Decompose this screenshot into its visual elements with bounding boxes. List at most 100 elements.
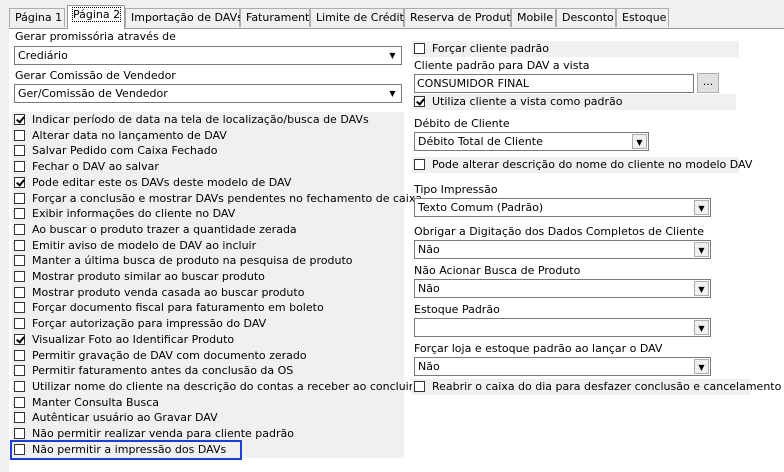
checkbox-box[interactable] <box>14 240 25 251</box>
option-label: Fechar o DAV ao salvar <box>32 160 159 173</box>
forcar-cliente-label: Forçar cliente padrão <box>432 42 549 55</box>
option-checkbox[interactable]: Alterar data no lançamento de DAV <box>12 128 404 144</box>
checkbox-box[interactable] <box>14 318 25 329</box>
reabrir-caixa-checkbox[interactable]: Reabrir o caixa do dia para desfazer con… <box>412 379 781 395</box>
chevron-down-icon[interactable]: ▼ <box>694 200 709 215</box>
option-checkbox[interactable]: Salvar Pedido com Caixa Fechado <box>12 143 404 159</box>
checkbox-box[interactable] <box>14 193 25 204</box>
checkbox-box[interactable] <box>414 43 425 54</box>
checkbox-box[interactable] <box>14 271 25 282</box>
option-label: Mostrar produto venda casada ao buscar p… <box>32 286 305 299</box>
option-label: Forçar a conclusão e mostrar DAVs penden… <box>32 192 423 205</box>
checkbox-box[interactable] <box>14 365 25 376</box>
chevron-down-icon[interactable]: ▼ <box>694 320 709 335</box>
option-label: Utilizar nome do cliente na descrição do… <box>32 380 449 393</box>
cliente-avista-input[interactable]: CONSUMIDOR FINAL <box>414 74 694 93</box>
chevron-down-icon[interactable]: ▼ <box>385 86 400 101</box>
checkbox-box[interactable] <box>14 177 25 188</box>
option-label: Emitir aviso de modelo de DAV ao incluir <box>32 239 257 252</box>
checkbox-box[interactable] <box>414 96 425 107</box>
checkbox-box[interactable] <box>14 350 25 361</box>
tipo-impressao-select[interactable]: Texto Comum (Padrão) ▼ <box>414 198 711 217</box>
tab-mobile[interactable]: Mobile <box>511 8 556 27</box>
option-label: Indicar período de data na tela de local… <box>32 113 369 126</box>
chevron-down-icon[interactable]: ▼ <box>694 242 709 257</box>
chevron-down-icon[interactable]: ▼ <box>385 48 400 63</box>
option-checkbox[interactable]: Forçar documento fiscal para faturamento… <box>12 300 404 316</box>
checkbox-box[interactable] <box>14 412 25 423</box>
checkbox-box[interactable] <box>14 255 25 266</box>
tab-importacao-davs[interactable]: Importação de DAVs <box>125 8 243 27</box>
option-label: Autênticar usuário ao Gravar DAV <box>32 411 218 424</box>
option-label: Manter a última busca de produto na pesq… <box>32 254 353 267</box>
checkbox-box[interactable] <box>414 159 425 170</box>
checkbox-box[interactable] <box>14 161 25 172</box>
checkbox-box[interactable] <box>14 145 25 156</box>
checkbox-box[interactable] <box>14 302 25 313</box>
tab-pagina-1[interactable]: Página 1 <box>9 8 65 27</box>
checkbox-box[interactable] <box>14 224 25 235</box>
option-checkbox[interactable]: Autênticar usuário ao Gravar DAV <box>12 410 404 426</box>
comissao-select[interactable]: Ger/Comissão de Vendedor ▼ <box>14 84 402 103</box>
option-checkbox[interactable]: Mostrar produto similar ao buscar produt… <box>12 269 404 285</box>
obrigar-select[interactable]: Não ▼ <box>414 240 711 259</box>
checkbox-box[interactable] <box>14 428 25 439</box>
selection-highlight <box>10 440 242 460</box>
option-checkbox[interactable]: Visualizar Foto ao Identificar Produto <box>12 332 404 348</box>
tab-reserva-produto[interactable]: Reserva de Produto <box>404 8 517 27</box>
promissoria-select[interactable]: Crediário ▼ <box>14 46 402 65</box>
chevron-down-icon[interactable]: ▼ <box>632 134 647 149</box>
checkbox-box[interactable] <box>414 381 425 392</box>
chevron-down-icon[interactable]: ▼ <box>694 281 709 296</box>
tipo-impressao-label: Tipo Impressão <box>414 183 498 196</box>
forcar-loja-label: Forçar loja e estoque padrão ao lançar o… <box>414 342 663 355</box>
chevron-down-icon[interactable]: ▼ <box>694 359 709 374</box>
checkbox-box[interactable] <box>14 130 25 141</box>
debito-select[interactable]: Débito Total de Cliente ▼ <box>414 132 649 151</box>
tab-estoque[interactable]: Estoque <box>616 8 669 27</box>
nao-acionar-select[interactable]: Não ▼ <box>414 279 711 298</box>
alterar-descricao-checkbox[interactable]: Pode alterar descrição do nome do client… <box>412 157 752 173</box>
option-checkbox[interactable]: Manter a última busca de produto na pesq… <box>12 253 404 269</box>
reabrir-caixa-label: Reabrir o caixa do dia para desfazer con… <box>432 380 782 393</box>
option-label: Mostrar produto similar ao buscar produt… <box>32 270 265 283</box>
checkbox-box[interactable] <box>14 287 25 298</box>
estoque-select[interactable]: ▼ <box>414 318 711 337</box>
tab-limite-credito[interactable]: Limite de Crédito <box>310 8 411 27</box>
option-checkbox[interactable]: Forçar a conclusão e mostrar DAVs penden… <box>12 191 422 207</box>
option-label: Salvar Pedido com Caixa Fechado <box>32 144 218 157</box>
option-checkbox[interactable]: Manter Consulta Busca <box>12 395 404 411</box>
tab-faturamento[interactable]: Faturamento <box>240 8 316 27</box>
browse-cliente-button[interactable]: ... <box>697 73 719 93</box>
checkbox-box[interactable] <box>14 334 25 345</box>
option-checkbox[interactable]: Indicar período de data na tela de local… <box>12 112 404 128</box>
forcar-loja-select[interactable]: Não ▼ <box>414 357 711 376</box>
option-checkbox[interactable]: Forçar autorização para impressão do DAV <box>12 316 404 332</box>
utiliza-avista-checkbox[interactable]: Utiliza cliente a vista como padrão <box>412 94 736 110</box>
option-checkbox[interactable]: Ao buscar o produto trazer a quantidade … <box>12 222 404 238</box>
checkbox-box[interactable] <box>14 381 25 392</box>
option-checkbox[interactable]: Permitir gravação de DAV com documento z… <box>12 348 404 364</box>
option-checkbox[interactable]: Fechar o DAV ao salvar <box>12 159 404 175</box>
tipo-impressao-value: Texto Comum (Padrão) <box>418 201 544 214</box>
forcar-cliente-checkbox[interactable]: Forçar cliente padrão <box>412 41 739 57</box>
checkbox-box[interactable] <box>14 208 25 219</box>
option-checkbox[interactable]: Permitir faturamento antes da conclusão … <box>12 363 404 379</box>
tab-label: Importação de DAVs <box>131 11 243 24</box>
option-label: Permitir gravação de DAV com documento z… <box>32 349 307 362</box>
option-checkbox[interactable]: Mostrar produto venda casada ao buscar p… <box>12 285 404 301</box>
option-label: Manter Consulta Busca <box>32 396 160 409</box>
tab-label: Limite de Crédito <box>316 11 411 24</box>
option-checkbox[interactable]: Exibir informações do cliente no DAV <box>12 206 404 222</box>
comissao-value: Ger/Comissão de Vendedor <box>18 87 168 100</box>
tab-pagina-2[interactable]: Página 2 <box>67 5 125 29</box>
checkbox-box[interactable] <box>14 397 25 408</box>
option-checkbox[interactable]: Utilizar nome do cliente na descrição do… <box>12 379 449 395</box>
option-checkbox[interactable]: Emitir aviso de modelo de DAV ao incluir <box>12 238 404 254</box>
tab-label: Reserva de Produto <box>410 11 518 24</box>
tab-desconto[interactable]: Desconto <box>556 8 616 27</box>
checkbox-box[interactable] <box>14 114 25 125</box>
option-label: Exibir informações do cliente no DAV <box>32 207 236 220</box>
tab-bar: Página 1 Página 2 Importação de DAVs Fat… <box>0 0 784 29</box>
option-checkbox[interactable]: Pode editar este os DAVs deste modelo de… <box>12 175 404 191</box>
